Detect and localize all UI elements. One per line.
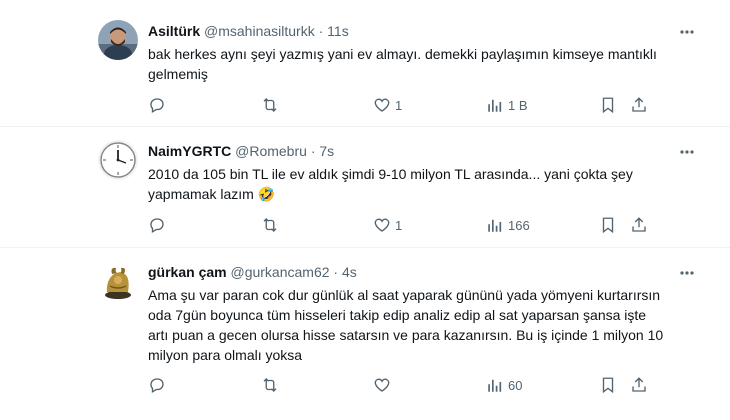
display-name[interactable]: gürkan çam: [148, 264, 227, 280]
retweet-button[interactable]: [260, 95, 284, 115]
view-count: 166: [508, 217, 530, 233]
separator-dot: ·: [333, 264, 339, 280]
tweet-text: 2010 da 105 bin TL ile ev aldık şimdi 9-…: [148, 166, 633, 202]
like-button[interactable]: 1: [373, 95, 402, 115]
separator-dot: ·: [310, 143, 316, 159]
timestamp[interactable]: 11s: [327, 23, 349, 39]
reply-button[interactable]: [148, 215, 170, 235]
display-name[interactable]: Asiltürk: [148, 23, 200, 39]
views-button[interactable]: 1 B: [486, 95, 528, 115]
share-button[interactable]: [630, 95, 648, 115]
user-handle[interactable]: @Romebru: [235, 143, 307, 159]
views-icon: [488, 379, 502, 392]
more-icon[interactable]: [676, 263, 698, 283]
share-icon: [632, 217, 646, 232]
retweet-icon: [263, 378, 277, 392]
avatar-asilturk[interactable]: [98, 20, 138, 60]
tweet-header: NaimYGRTC @Romebru · 7s: [148, 143, 334, 163]
bookmark-icon: [602, 97, 614, 114]
avatar-gurkancam[interactable]: [98, 262, 138, 302]
retweet-button[interactable]: [260, 375, 284, 395]
share-icon: [632, 97, 646, 112]
share-button[interactable]: [630, 215, 648, 235]
tweet-header: Asiltürk @msahinasilturkk · 11s: [148, 23, 349, 43]
timestamp[interactable]: 4s: [342, 264, 357, 280]
reply-icon: [150, 218, 164, 233]
view-count: 60: [508, 377, 523, 393]
views-button[interactable]: 60: [486, 375, 522, 395]
separator-dot: ·: [318, 23, 324, 39]
share-icon: [632, 377, 646, 392]
like-button[interactable]: [373, 375, 395, 395]
action-bar: 60: [148, 375, 648, 395]
bookmark-button[interactable]: [599, 375, 617, 395]
action-bar: 1 1 B: [148, 95, 648, 115]
bookmark-button[interactable]: [599, 215, 617, 235]
tweet-header: gürkan çam @gurkancam62 · 4s: [148, 264, 357, 284]
reply-icon: [150, 378, 164, 393]
more-icon[interactable]: [676, 22, 698, 42]
like-icon: [374, 98, 390, 112]
more-icon[interactable]: [676, 142, 698, 162]
timestamp[interactable]: 7s: [319, 143, 334, 159]
bookmark-icon: [602, 217, 614, 234]
display-name[interactable]: NaimYGRTC: [148, 143, 231, 159]
user-handle[interactable]: @msahinasilturkk: [204, 23, 315, 39]
views-icon: [488, 219, 502, 232]
tweet-gurkancam[interactable]: gürkan çam @gurkancam62 · 4s Ama şu var …: [0, 248, 730, 420]
tweet-asilturk[interactable]: Asiltürk @msahinasilturkk · 11s bak herk…: [0, 0, 730, 127]
avatar-naimygrtc[interactable]: [98, 140, 138, 180]
like-count: 1: [395, 97, 403, 113]
views-button[interactable]: 166: [486, 215, 530, 235]
bookmark-button[interactable]: [599, 95, 617, 115]
tweet-text: bak herkes aynı şeyi yazmış yani ev alma…: [148, 46, 657, 82]
like-icon: [374, 218, 390, 232]
reply-icon: [150, 98, 164, 113]
retweet-icon: [263, 218, 277, 232]
tweet-naimygrtc[interactable]: NaimYGRTC @Romebru · 7s 2010 da 105 bin …: [0, 127, 730, 248]
user-handle[interactable]: @gurkancam62: [230, 264, 329, 280]
bookmark-icon: [602, 377, 614, 394]
like-count: 1: [395, 217, 403, 233]
share-button[interactable]: [630, 375, 648, 395]
reply-button[interactable]: [148, 95, 170, 115]
views-icon: [488, 99, 502, 112]
view-count: 1 B: [508, 97, 528, 113]
like-button[interactable]: 1: [373, 215, 402, 235]
tweet-text: Ama şu var paran cok dur günlük al saat …: [148, 287, 664, 363]
retweet-button[interactable]: [260, 215, 284, 235]
retweet-icon: [263, 98, 277, 112]
action-bar: 1 166: [148, 215, 648, 235]
reply-button[interactable]: [148, 375, 170, 395]
like-icon: [374, 378, 390, 392]
